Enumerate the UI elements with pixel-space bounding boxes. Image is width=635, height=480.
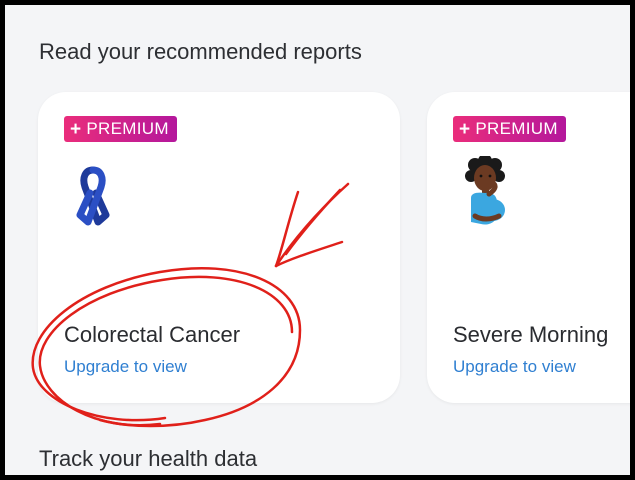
premium-badge: + PREMIUM — [64, 116, 177, 142]
premium-badge-label: PREMIUM — [475, 119, 558, 138]
screen: Read your recommended reports + PREMIUM … — [5, 5, 630, 475]
report-card-colorectal-cancer[interactable]: + PREMIUM Colorectal Cancer Upgrade to v… — [38, 92, 400, 403]
premium-badge-label: PREMIUM — [86, 119, 169, 138]
section-title-recommended-reports: Read your recommended reports — [39, 39, 362, 64]
pregnant-woman-icon — [465, 156, 505, 225]
plus-icon: + — [70, 118, 82, 140]
card-title: Colorectal Cancer — [64, 322, 241, 347]
awareness-ribbon-icon — [76, 166, 110, 226]
report-card-severe-morning[interactable]: + PREMIUM Severe Morning Upgrade to view — [427, 92, 630, 403]
upgrade-to-view-link[interactable]: Upgrade to view — [453, 357, 576, 377]
section-title-health-data: Track your health data — [39, 446, 258, 471]
premium-badge: + PREMIUM — [453, 116, 566, 142]
card-title: Severe Morning — [453, 322, 609, 347]
upgrade-to-view-link[interactable]: Upgrade to view — [64, 357, 187, 377]
plus-icon: + — [459, 118, 471, 140]
